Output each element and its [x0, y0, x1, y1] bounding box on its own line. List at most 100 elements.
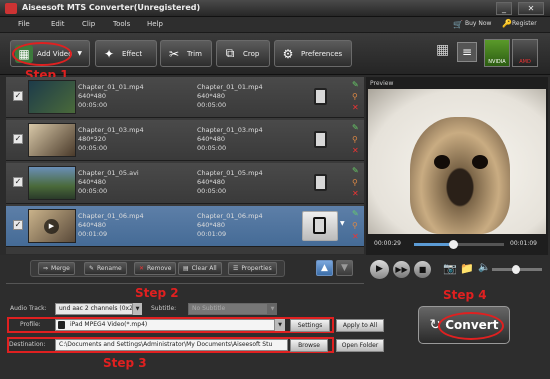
remove-icon[interactable]: ✕	[352, 104, 360, 112]
ipad-device-icon	[314, 88, 327, 105]
volume-icon: 🔈	[478, 262, 491, 273]
source-duration: 00:01:09	[78, 230, 108, 238]
output-dimension: 640*480	[197, 178, 226, 186]
row-checkbox[interactable]: ✓	[13, 91, 23, 101]
audio-track-dropdown-icon[interactable]: ▼	[133, 303, 142, 315]
seek-bar[interactable]	[414, 240, 504, 249]
close-button[interactable]: ✕	[518, 2, 544, 15]
settings-button[interactable]: Settings	[290, 319, 330, 332]
edit-icon[interactable]: ✎	[352, 210, 360, 218]
remove-icon[interactable]: ✕	[352, 233, 360, 241]
output-filename: Chapter_01_05.mp4	[197, 169, 263, 177]
row-checkbox[interactable]: ✓	[13, 134, 23, 144]
list-item[interactable]: ✓ Chapter_01_03.mp4 480*320 00:05:00 Cha…	[6, 120, 364, 161]
magic-wand-icon: ✦	[103, 46, 115, 61]
menu-clip[interactable]: Clip	[82, 20, 95, 28]
stop-button[interactable]: ■	[414, 261, 431, 278]
edit-icon[interactable]: ✎	[352, 167, 360, 175]
register-link[interactable]: Register	[512, 20, 537, 27]
profile-dropdown-icon[interactable]: ▼	[275, 319, 285, 331]
video-thumbnail	[28, 123, 76, 157]
subtitle-select[interactable]: No Subtitle	[188, 303, 268, 315]
lock-icon[interactable]: ⚲	[352, 179, 360, 187]
grid-view-icon[interactable]: ▦	[436, 43, 452, 59]
merge-icon: ⇒	[43, 265, 49, 272]
menu-help[interactable]: Help	[147, 20, 163, 28]
file-list: ✓ Chapter_01_01.mp4 640*480 00:05:00 Cha…	[6, 77, 364, 254]
gear-icon: ⚙	[282, 46, 294, 61]
merge-button[interactable]: ⇒ Merge	[38, 262, 75, 275]
output-dimension: 640*480	[197, 92, 226, 100]
app-title: Aiseesoft MTS Converter(Unregistered)	[22, 3, 201, 12]
properties-button[interactable]: ☰ Properties	[228, 262, 277, 275]
profile-dropdown-arrow-icon[interactable]: ▼	[340, 220, 345, 227]
crop-button[interactable]: ⧉ Crop	[216, 40, 270, 67]
edit-icon[interactable]: ✎	[352, 81, 360, 89]
step-4-annotation: Step 4	[443, 288, 487, 302]
output-dimension: 640*480	[197, 221, 226, 229]
crop-icon: ⧉	[225, 46, 235, 60]
fast-forward-button[interactable]: ▶▶	[393, 261, 410, 278]
move-up-button[interactable]: ▲	[316, 260, 333, 276]
remove-icon[interactable]: ✕	[352, 190, 360, 198]
buy-now-link[interactable]: Buy Now	[465, 20, 491, 27]
minimize-button[interactable]: _	[496, 2, 512, 15]
trim-button[interactable]: ✂ Trim	[160, 40, 212, 67]
properties-label: Properties	[241, 265, 272, 272]
browse-button[interactable]: Browse	[290, 339, 328, 352]
remove-icon[interactable]: ✕	[352, 147, 360, 155]
title-bar: Aiseesoft MTS Converter(Unregistered) _ …	[0, 0, 550, 17]
open-folder-button[interactable]: Open Folder	[336, 339, 384, 352]
seek-bar-fill	[414, 243, 452, 246]
properties-icon: ☰	[233, 265, 239, 272]
preferences-button[interactable]: ⚙ Preferences	[274, 40, 352, 67]
row-checkbox[interactable]: ✓	[13, 177, 23, 187]
preview-label: Preview	[370, 80, 394, 87]
effect-button[interactable]: ✦ Effect	[95, 40, 157, 67]
list-item-selected[interactable]: ✓ ▶ Chapter_01_06.mp4 640*480 00:01:09 C…	[6, 206, 364, 247]
seek-handle[interactable]	[449, 240, 458, 249]
clear-all-button[interactable]: ▤ Clear All	[178, 262, 222, 275]
menu-tools[interactable]: Tools	[113, 20, 130, 28]
audio-track-select[interactable]: und aac 2 channels (0x2	[55, 303, 133, 315]
remove-button[interactable]: ✕ Remove	[134, 262, 177, 275]
preferences-label: Preferences	[301, 49, 343, 58]
menu-edit[interactable]: Edit	[51, 20, 65, 28]
move-down-button[interactable]: ▼	[336, 260, 353, 276]
menu-file[interactable]: File	[18, 20, 30, 28]
play-overlay-icon[interactable]: ▶	[44, 219, 59, 234]
edit-icon[interactable]: ✎	[352, 124, 360, 132]
volume-slider[interactable]	[492, 265, 542, 274]
clear-all-icon: ▤	[183, 265, 189, 272]
output-duration: 00:05:00	[197, 101, 227, 109]
source-dimension: 640*480	[78, 221, 107, 229]
ipad-device-icon	[314, 174, 327, 191]
lock-icon[interactable]: ⚲	[352, 93, 360, 101]
lock-icon[interactable]: ⚲	[352, 136, 360, 144]
remove-icon: ✕	[139, 265, 145, 272]
row-checkbox[interactable]: ✓	[13, 220, 23, 230]
list-item[interactable]: ✓ Chapter_01_01.mp4 640*480 00:05:00 Cha…	[6, 77, 364, 118]
profile-selector[interactable]	[302, 211, 338, 241]
subtitle-dropdown-icon[interactable]: ▼	[268, 303, 277, 315]
destination-input[interactable]: C:\Documents and Settings\Administrator\…	[55, 339, 288, 351]
ipad-device-icon	[313, 217, 326, 234]
list-item[interactable]: ✓ Chapter_01_05.avi 640*480 00:05:00 Cha…	[6, 163, 364, 204]
output-filename: Chapter_01_06.mp4	[197, 212, 263, 220]
clear-all-label: Clear All	[191, 265, 217, 272]
play-button[interactable]: ▶	[370, 260, 389, 279]
remove-label: Remove	[147, 265, 172, 272]
snapshot-camera-icon[interactable]: 📷	[443, 262, 457, 275]
profile-select[interactable]: iPad MPEG4 Video(*.mp4)	[55, 319, 275, 331]
rename-button[interactable]: ✎ Rename	[84, 262, 127, 275]
volume-handle[interactable]	[512, 265, 520, 274]
open-folder-icon[interactable]: 📁	[460, 262, 474, 275]
lock-icon[interactable]: ⚲	[352, 222, 360, 230]
video-thumbnail	[28, 166, 76, 200]
add-video-highlight	[12, 42, 72, 66]
source-filename: Chapter_01_06.mp4	[78, 212, 144, 220]
video-thumbnail: ▶	[28, 209, 76, 243]
apply-to-all-button[interactable]: Apply to All	[336, 319, 384, 332]
list-view-icon[interactable]: ≡	[457, 42, 477, 62]
nvidia-badge-icon: NVIDIA	[484, 39, 510, 67]
